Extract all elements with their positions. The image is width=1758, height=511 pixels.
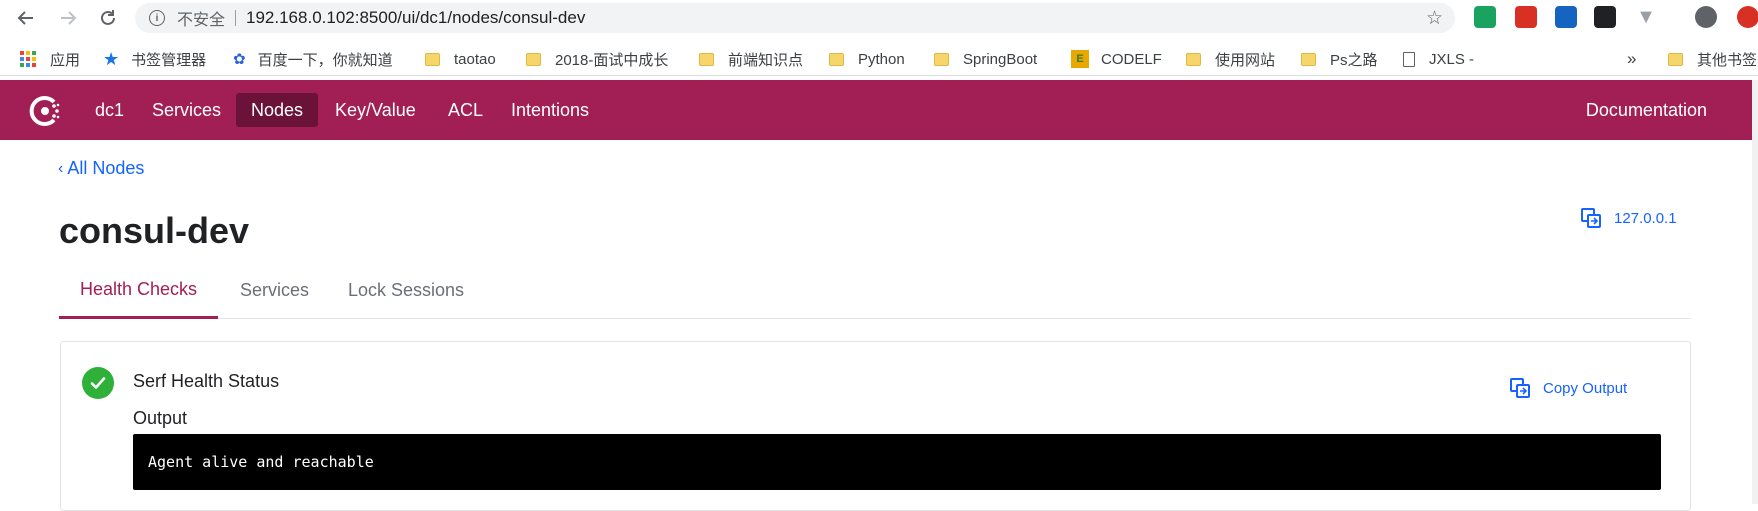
bookmark-other[interactable]: 其他书签 [1668, 49, 1757, 69]
folder-icon [526, 52, 541, 66]
baidu-paw-icon: ✿ [233, 51, 246, 68]
nav-nodes[interactable]: Nodes [236, 93, 319, 127]
bookmark-label: 其他书签 [1697, 51, 1758, 69]
bookmark-label: 前端知识点 [728, 51, 804, 69]
nav-services[interactable]: Services [137, 93, 236, 127]
node-tabs: Health Checks Services Lock Sessions [59, 262, 1691, 319]
check-name: Serf Health Status [133, 371, 280, 391]
url-text[interactable]: 192.168.0.102:8500/ui/dc1/nodes/consul-d… [246, 8, 585, 28]
page-title: consul-dev [59, 210, 250, 251]
tab-services[interactable]: Services [219, 262, 330, 319]
bookmark-label: 书签管理器 [131, 51, 207, 69]
page-scrollbar[interactable] [1752, 80, 1758, 504]
folder-icon [829, 52, 844, 66]
bookmark-label: JXLS - [1429, 50, 1475, 68]
apps-grid-icon [20, 51, 36, 67]
browser-toolbar: i 不安全 192.168.0.102:8500/ui/dc1/nodes/co… [0, 0, 1758, 36]
bookmark-interview[interactable]: 2018-面试中成长 [526, 49, 668, 69]
bookmark-label: CODELF [1101, 50, 1162, 68]
bookmark-taotao[interactable]: taotao [425, 49, 496, 69]
check-output-text: Agent alive and reachable [148, 453, 374, 471]
copy-address-button[interactable]: 127.0.0.1 [1580, 207, 1677, 229]
folder-icon [1668, 52, 1683, 66]
nav-intentions[interactable]: Intentions [496, 93, 604, 127]
bookmarks-bar: 应用 ★ 书签管理器 ✿ 百度一下，你就知道 taotao 2018-面试中成长… [0, 40, 1758, 76]
divider [235, 10, 237, 26]
check-passing-icon [82, 367, 114, 399]
folder-icon [1301, 52, 1316, 66]
insecure-label: 不安全 [177, 12, 226, 29]
bookmark-label: Ps之路 [1330, 51, 1378, 69]
bookmark-label: 应用 [50, 51, 81, 69]
breadcrumb[interactable]: ‹ All Nodes [58, 158, 144, 179]
address-bar[interactable]: i 不安全 192.168.0.102:8500/ui/dc1/nodes/co… [135, 3, 1455, 33]
info-icon[interactable]: i [149, 10, 165, 26]
bookmark-label: taotao [454, 50, 496, 68]
node-address: 127.0.0.1 [1614, 209, 1677, 227]
extension-shield-icon[interactable] [1474, 6, 1496, 28]
copy-icon [1581, 208, 1601, 228]
nav-key-value[interactable]: Key/Value [320, 93, 431, 127]
nav-acl[interactable]: ACL [433, 93, 498, 127]
output-label: Output [133, 408, 188, 428]
extension-fe-icon[interactable] [1515, 6, 1537, 28]
bookmark-frontend[interactable]: 前端知识点 [699, 49, 803, 69]
back-arrow-icon[interactable] [14, 6, 38, 30]
copy-icon [1510, 378, 1530, 398]
bookmark-apps[interactable]: 应用 [20, 49, 80, 69]
chevron-double-right-icon: » [1627, 49, 1637, 68]
check-output-block: Agent alive and reachable [133, 434, 1661, 490]
copy-output-button[interactable]: Copy Output [1509, 377, 1627, 399]
back-to-all-nodes-link[interactable]: All Nodes [67, 158, 144, 179]
chevron-left-icon: ‹ [58, 159, 64, 177]
document-icon [1403, 51, 1415, 67]
bookmark-label: 2018-面试中成长 [555, 51, 669, 69]
bookmark-baidu[interactable]: ✿ 百度一下，你就知道 [233, 49, 393, 69]
bookmark-jxls[interactable]: JXLS - [1403, 49, 1474, 69]
bookmark-codelf[interactable]: E CODELF [1071, 49, 1162, 69]
consul-top-nav: dc1 Services Nodes Key/Value ACL Intenti… [0, 80, 1752, 140]
bookmark-manager[interactable]: ★ 书签管理器 [103, 49, 206, 69]
folder-icon [1186, 52, 1201, 66]
profile-avatar-icon[interactable] [1695, 6, 1717, 28]
bookmark-ps[interactable]: Ps之路 [1301, 49, 1378, 69]
documentation-link[interactable]: Documentation [1586, 93, 1707, 127]
copy-output-label: Copy Output [1543, 379, 1628, 397]
forward-arrow-icon[interactable] [56, 6, 80, 30]
consul-logo-icon[interactable] [28, 94, 62, 128]
bookmark-sites[interactable]: 使用网站 [1186, 49, 1275, 69]
bookmark-springboot[interactable]: SpringBoot [934, 49, 1037, 69]
extension-blue-icon[interactable] [1555, 6, 1577, 28]
update-badge-icon[interactable] [1737, 6, 1758, 28]
bookmark-star-icon[interactable]: ☆ [1426, 7, 1443, 30]
datacenter-selector[interactable]: dc1 [80, 93, 139, 127]
bookmark-label: 百度一下，你就知道 [257, 51, 393, 69]
bookmarks-overflow-button[interactable]: » [1627, 49, 1636, 69]
reload-icon[interactable] [96, 6, 120, 30]
bookmark-label: SpringBoot [963, 50, 1038, 68]
bookmark-python[interactable]: Python [829, 49, 905, 69]
folder-icon [699, 52, 714, 66]
health-check-card: Serf Health Status Output Copy Output Ag… [60, 341, 1691, 511]
codelf-icon: E [1071, 50, 1089, 68]
tab-health-checks[interactable]: Health Checks [59, 262, 219, 319]
extension-v-icon[interactable]: ▼ [1635, 6, 1657, 28]
star-icon: ★ [103, 48, 120, 69]
bookmark-label: 使用网站 [1215, 51, 1276, 69]
folder-icon [425, 52, 440, 66]
extension-mask-icon[interactable] [1594, 6, 1616, 28]
bookmark-label: Python [858, 50, 905, 68]
tab-lock-sessions[interactable]: Lock Sessions [327, 262, 485, 319]
folder-icon [934, 52, 949, 66]
